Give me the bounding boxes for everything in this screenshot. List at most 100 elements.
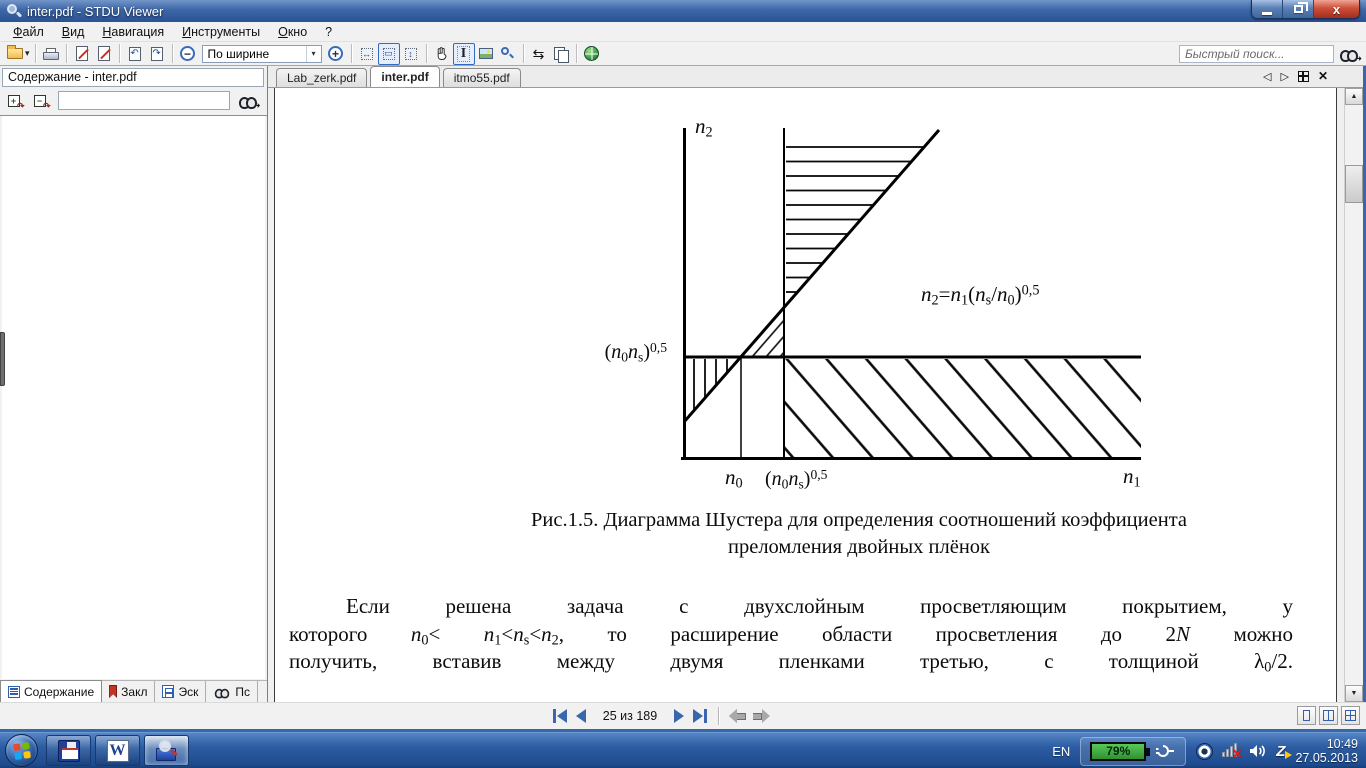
previous-page-button[interactable] bbox=[575, 708, 587, 724]
document-area: Lab_zerk.pdf inter.pdf itmo55.pdf ◁ ▷ ✕ bbox=[268, 66, 1366, 702]
taskbar: W EN 79% ✕ Z 10:49 27.05.2013 bbox=[0, 732, 1366, 768]
menu-view[interactable]: Вид bbox=[53, 23, 94, 41]
speaker-icon[interactable] bbox=[1249, 743, 1267, 759]
quick-search-input[interactable] bbox=[1179, 44, 1334, 63]
sidebar-tab-search[interactable]: Пс bbox=[206, 681, 258, 702]
grid-layout-button[interactable] bbox=[1341, 706, 1360, 725]
collapse-all-button[interactable]: − ↷ bbox=[30, 91, 51, 111]
fit-height-button[interactable]: ↕ bbox=[400, 43, 422, 65]
expand-all-button[interactable]: + ↷ bbox=[4, 91, 25, 111]
menu-window[interactable]: Окно bbox=[269, 23, 316, 41]
history-forward-button[interactable] bbox=[753, 709, 770, 723]
taskbar-apps: W bbox=[46, 735, 189, 766]
start-button[interactable] bbox=[5, 734, 38, 767]
print-button[interactable] bbox=[40, 43, 62, 65]
paragraph-line-1: Если решена задача с двухслойным просвет… bbox=[346, 594, 1293, 618]
taskbar-app-floppy[interactable] bbox=[46, 735, 91, 766]
network-icon[interactable]: ✕ bbox=[1222, 743, 1242, 761]
battery-widget[interactable]: 79% bbox=[1080, 736, 1187, 766]
system-tray: EN 79% ✕ Z 10:49 27.05.2013 bbox=[1052, 733, 1362, 768]
toc-search-input[interactable] bbox=[58, 91, 230, 110]
main-area: Содержание - inter.pdf + ↷ − ↷ ➜ Содержани… bbox=[0, 66, 1366, 702]
rotate-left-button[interactable]: ↶ bbox=[124, 43, 146, 65]
sidebar-tab-contents[interactable]: Содержание bbox=[0, 680, 103, 702]
close-tab-icon[interactable]: ✕ bbox=[1318, 69, 1328, 83]
zoom-in-button[interactable]: + bbox=[325, 43, 347, 65]
two-page-layout-button[interactable] bbox=[1319, 706, 1338, 725]
online-button[interactable] bbox=[581, 43, 603, 65]
desktop: inter.pdf - STDU Viewer x Файл Вид Навиг… bbox=[0, 0, 1366, 768]
fit-width-button[interactable]: ↔ bbox=[356, 43, 378, 65]
clock-date: 27.05.2013 bbox=[1295, 751, 1358, 765]
doc-tab-lab-zerk[interactable]: Lab_zerk.pdf bbox=[276, 68, 368, 87]
sidebar-tab-bookmarks[interactable]: Закл bbox=[102, 681, 156, 702]
print-icon bbox=[42, 47, 59, 60]
doc-tab-itmo55[interactable]: itmo55.pdf bbox=[442, 68, 521, 87]
menu-navigation[interactable]: Навигация bbox=[93, 23, 173, 41]
copy-button[interactable] bbox=[550, 43, 572, 65]
taskbar-app-word[interactable]: W bbox=[95, 735, 140, 766]
figure-caption: Рис.1.5. Диаграмма Шустера для определен… bbox=[375, 507, 1343, 561]
next-page-button[interactable] bbox=[673, 708, 685, 724]
first-page-button[interactable] bbox=[552, 708, 568, 724]
toc-tree[interactable] bbox=[2, 116, 265, 679]
clock[interactable]: 10:49 27.05.2013 bbox=[1295, 737, 1358, 765]
swap-pages-button[interactable]: ⇆ bbox=[528, 43, 550, 65]
arrow-down-icon: ▼ bbox=[1350, 690, 1358, 697]
vertical-scrollbar[interactable]: ▲ ▼ bbox=[1344, 88, 1363, 702]
hand-tool-button[interactable] bbox=[431, 43, 453, 65]
last-page-button[interactable] bbox=[692, 708, 708, 724]
zoom-mode-combobox[interactable]: По ширине ▾ bbox=[201, 44, 322, 63]
toolbar-separator bbox=[65, 44, 67, 63]
scroll-up-button[interactable]: ▲ bbox=[1345, 88, 1363, 105]
sidebar-tab-thumbnails[interactable]: Эск bbox=[155, 681, 207, 702]
x-tick-n0-label: n0 bbox=[725, 465, 743, 492]
single-page-layout-button[interactable] bbox=[1297, 706, 1316, 725]
close-button[interactable]: x bbox=[1314, 0, 1359, 18]
taskbar-app-stdu[interactable] bbox=[144, 735, 189, 766]
scroll-down-button[interactable]: ▼ bbox=[1345, 685, 1363, 702]
chevron-down-icon[interactable]: ▾ bbox=[25, 48, 30, 59]
history-back-button[interactable] bbox=[729, 709, 746, 723]
export-page-icon bbox=[75, 46, 88, 61]
restore-button[interactable] bbox=[1283, 0, 1314, 18]
pdf-page: n2 n2=n1(ns/n0)0,5 (n0ns)0,5 n0 (n0ns)0,… bbox=[274, 88, 1337, 702]
close-icon: x bbox=[1332, 1, 1341, 17]
scroll-tabs-right-button[interactable]: ▷ bbox=[1280, 70, 1288, 83]
export-page-button[interactable] bbox=[71, 43, 93, 65]
menu-tools[interactable]: Инструменты bbox=[173, 23, 269, 41]
scrollbar-thumb[interactable] bbox=[1345, 165, 1363, 203]
binoculars-icon: ➜ bbox=[238, 95, 261, 109]
chevron-down-icon[interactable]: ▾ bbox=[305, 45, 321, 62]
tile-windows-icon[interactable] bbox=[1297, 70, 1309, 82]
zoom-out-button[interactable]: − bbox=[177, 43, 199, 65]
rotate-right-button[interactable]: ↷ bbox=[146, 43, 168, 65]
window-title: inter.pdf - STDU Viewer bbox=[27, 3, 164, 19]
sidebar-collapse-handle[interactable] bbox=[0, 332, 5, 386]
text-select-button[interactable]: I bbox=[452, 42, 475, 65]
doc-tab-inter[interactable]: inter.pdf bbox=[370, 66, 440, 87]
page-indicator: 25 из 189 bbox=[602, 709, 658, 723]
search-next-button[interactable]: ➜ bbox=[1338, 43, 1362, 65]
back-arrow-icon bbox=[729, 709, 737, 723]
toolbar-separator bbox=[118, 44, 120, 63]
windows-logo-icon bbox=[12, 742, 31, 760]
zoom-region-button[interactable] bbox=[497, 43, 519, 65]
toolbar-separator bbox=[425, 44, 427, 63]
bookmark-icon bbox=[109, 685, 118, 698]
image-select-button[interactable] bbox=[475, 43, 497, 65]
open-file-button[interactable]: ▾ bbox=[6, 43, 31, 65]
arrow-up-icon: ▲ bbox=[1350, 93, 1358, 100]
sidebar-tab-bar: Содержание Закл Эск Пс bbox=[0, 680, 267, 702]
language-indicator[interactable]: EN bbox=[1052, 744, 1070, 759]
document-viewport[interactable]: n2 n2=n1(ns/n0)0,5 (n0ns)0,5 n0 (n0ns)0,… bbox=[268, 88, 1366, 702]
scroll-tabs-left-button[interactable]: ◁ bbox=[1263, 70, 1271, 83]
tray-z-icon[interactable]: Z bbox=[1276, 743, 1293, 760]
tray-eye-icon[interactable] bbox=[1196, 742, 1214, 760]
menu-help[interactable]: ? bbox=[316, 23, 341, 41]
menu-file[interactable]: Файл bbox=[4, 23, 53, 41]
toc-search-button[interactable]: ➜ bbox=[238, 91, 261, 110]
minimize-button[interactable] bbox=[1252, 0, 1283, 18]
export-text-button[interactable] bbox=[93, 43, 115, 65]
fit-page-button[interactable]: ▭ bbox=[377, 42, 400, 65]
